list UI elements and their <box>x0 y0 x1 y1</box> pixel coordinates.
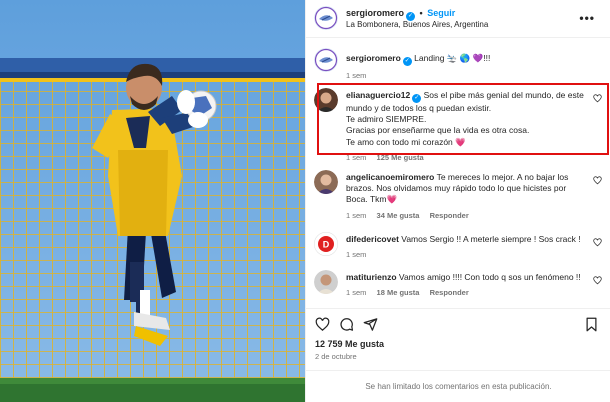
comment-icon[interactable] <box>339 317 354 332</box>
caption-text: Landing 🛬 🌎 💜!!! <box>414 53 491 63</box>
caption-username[interactable]: sergioromero <box>346 53 401 63</box>
post-header: sergioromero ✓ • Seguir La Bombonera, Bue… <box>306 0 610 38</box>
comment-heart-icon[interactable] <box>593 94 602 103</box>
comment-meta: 1 sem 18 Me gusta Responder <box>346 287 586 298</box>
svg-text:D: D <box>323 240 330 250</box>
commenter-username[interactable]: difedericovet <box>346 234 399 244</box>
instagram-post-view: sergioromero ✓ • Seguir La Bombonera, Bue… <box>0 0 610 402</box>
comment-body: matiturienzo Vamos amigo !!!! Con todo q… <box>346 272 586 298</box>
comment-line: Te admiro SIEMPRE. <box>346 114 427 125</box>
separator-dot: • <box>419 8 423 18</box>
comment-time: 1 sem <box>346 250 367 260</box>
comment-line: Vamos Sergio !! A meterle siempre ! Sos … <box>401 234 581 244</box>
verified-badge-icon: ✓ <box>412 94 422 103</box>
comment-line: Sos el pibe más genial del mundo, de est… <box>423 90 584 100</box>
comment-heart-icon[interactable] <box>593 176 602 185</box>
comment-body: angelicanoemiromero Te mereces lo mejor.… <box>346 172 586 221</box>
commenter-username[interactable]: matiturienzo <box>346 272 397 282</box>
comment-heart-icon[interactable] <box>593 276 602 285</box>
author-avatar[interactable] <box>314 6 338 30</box>
comment-time: 1 sem <box>346 210 367 220</box>
comment-line: mundo y de todos los q puedan existir. <box>346 103 492 113</box>
follow-button[interactable]: Seguir <box>427 8 455 18</box>
more-options-icon[interactable]: ••• <box>579 11 595 25</box>
post-photo <box>0 0 305 402</box>
goalkeeper-photo <box>0 0 305 402</box>
reply-button[interactable]: Responder <box>430 211 469 220</box>
comment-body: difedericovet Vamos Sergio !! A meterle … <box>346 234 586 260</box>
commenter-username[interactable]: elianaguercio12 <box>346 90 410 100</box>
commenter-avatar[interactable]: D <box>314 232 338 256</box>
commenter-avatar[interactable] <box>314 88 338 112</box>
caption-time: 1 sem <box>346 71 367 80</box>
comment-line: brazos. Nos olvidamos muy rápido todo lo… <box>346 183 567 194</box>
comment-time: 1 sem <box>346 288 367 298</box>
commenter-avatar[interactable] <box>314 170 338 194</box>
caption-body: sergioromero ✓ Landing 🛬 🌎 💜!!! 1 sem <box>346 53 586 81</box>
heart-icon[interactable] <box>315 317 330 332</box>
likes-count[interactable]: 12 759 Me gusta <box>315 339 384 349</box>
post-side-panel: sergioromero ✓ • Seguir La Bombonera, Bue… <box>305 0 610 402</box>
bookmark-icon[interactable] <box>584 317 599 332</box>
comment-line: Vamos amigo !!!! Con todo q sos un fenóm… <box>398 272 581 282</box>
commenter-username[interactable]: angelicanoemiromero <box>346 172 434 182</box>
share-icon[interactable] <box>363 317 378 332</box>
post-action-bar <box>306 308 610 338</box>
comment-body: elianaguercio12 ✓ Sos el pibe más genial … <box>346 90 586 163</box>
comment-likes[interactable]: 34 Me gusta <box>377 211 420 220</box>
reply-button[interactable]: Responder <box>430 288 469 297</box>
comment-line: Gracias por enseñarme que la vida es otr… <box>346 125 530 136</box>
comment-likes[interactable]: 125 Me gusta <box>377 153 424 162</box>
caption-author-avatar[interactable] <box>314 48 338 72</box>
comment-line: Boca. Tkm💗 <box>346 194 398 205</box>
caption-meta: 1 sem <box>346 70 586 81</box>
comment-heart-icon[interactable] <box>593 238 602 247</box>
comment-meta: 1 sem 34 Me gusta Responder <box>346 210 586 221</box>
comments-limited-notice: Se han limitado los comentarios en esta … <box>306 370 610 402</box>
comment-time: 1 sem <box>346 152 367 162</box>
comment-line: Te mereces lo mejor. A no bajar los <box>436 172 569 182</box>
comment-likes[interactable]: 18 Me gusta <box>377 288 420 297</box>
post-location[interactable]: La Bombonera, Buenos Aires, Argentina <box>346 20 488 29</box>
verified-badge-icon: ✓ <box>402 57 412 66</box>
comment-line: Te amo con todo mi corazón 💗 <box>346 136 466 147</box>
comment-meta: 1 sem <box>346 249 586 260</box>
commenter-avatar[interactable] <box>314 270 338 294</box>
author-username[interactable]: sergioromero <box>346 8 404 18</box>
comment-meta: 1 sem 125 Me gusta <box>346 152 586 163</box>
post-date: 2 de octubre <box>315 352 357 361</box>
